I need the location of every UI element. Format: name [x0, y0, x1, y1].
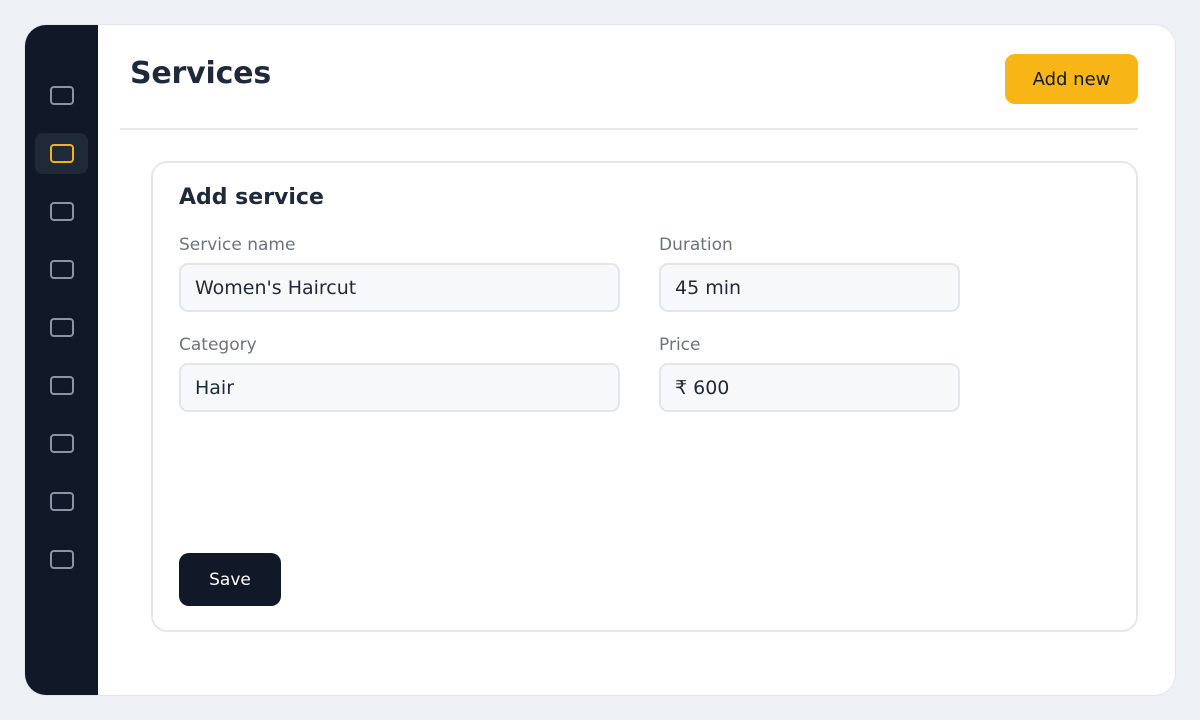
- nav-icon: [49, 376, 74, 395]
- nav-icon: [49, 144, 74, 163]
- page-title: Services: [130, 56, 271, 91]
- nav-icon: [49, 550, 74, 569]
- category-input[interactable]: [179, 363, 620, 412]
- sidebar-item-7[interactable]: [35, 423, 88, 464]
- nav-icon: [49, 318, 74, 337]
- service-name-label: Service name: [179, 235, 296, 255]
- main-content: Services Add new Add service Service nam…: [98, 25, 1175, 695]
- app-window: Services Add new Add service Service nam…: [24, 24, 1176, 696]
- add-service-card: Add service Service name Duration Catego…: [151, 161, 1138, 632]
- price-label: Price: [659, 335, 701, 355]
- sidebar: [25, 25, 98, 695]
- sidebar-item-3[interactable]: [35, 191, 88, 232]
- nav-icon: [49, 86, 74, 105]
- nav-icon: [49, 492, 74, 511]
- sidebar-item-5[interactable]: [35, 307, 88, 348]
- save-button[interactable]: Save: [179, 553, 281, 606]
- sidebar-item-1[interactable]: [35, 75, 88, 116]
- sidebar-item-4[interactable]: [35, 249, 88, 290]
- add-new-button[interactable]: Add new: [1005, 54, 1138, 104]
- header-divider: [120, 128, 1138, 130]
- sidebar-item-6[interactable]: [35, 365, 88, 406]
- service-name-input[interactable]: [179, 263, 620, 312]
- duration-input[interactable]: [659, 263, 960, 312]
- nav-icon: [49, 260, 74, 279]
- category-label: Category: [179, 335, 257, 355]
- sidebar-item-2-active[interactable]: [35, 133, 88, 174]
- sidebar-item-8[interactable]: [35, 481, 88, 522]
- sidebar-item-9[interactable]: [35, 539, 88, 580]
- nav-icon: [49, 202, 74, 221]
- nav-icon: [49, 434, 74, 453]
- card-title: Add service: [179, 185, 324, 210]
- duration-label: Duration: [659, 235, 733, 255]
- price-input[interactable]: [659, 363, 960, 412]
